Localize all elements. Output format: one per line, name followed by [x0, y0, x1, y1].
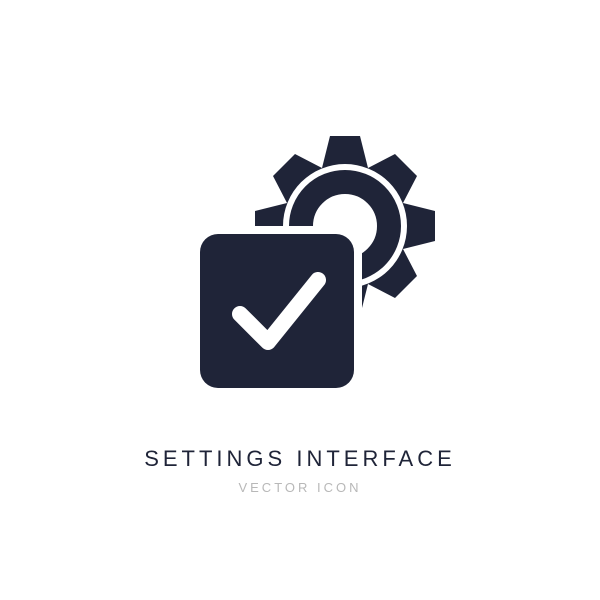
icon-subtitle: VECTOR ICON [238, 480, 361, 495]
icon-title: SETTINGS INTERFACE [144, 446, 456, 472]
settings-interface-icon [150, 106, 450, 406]
